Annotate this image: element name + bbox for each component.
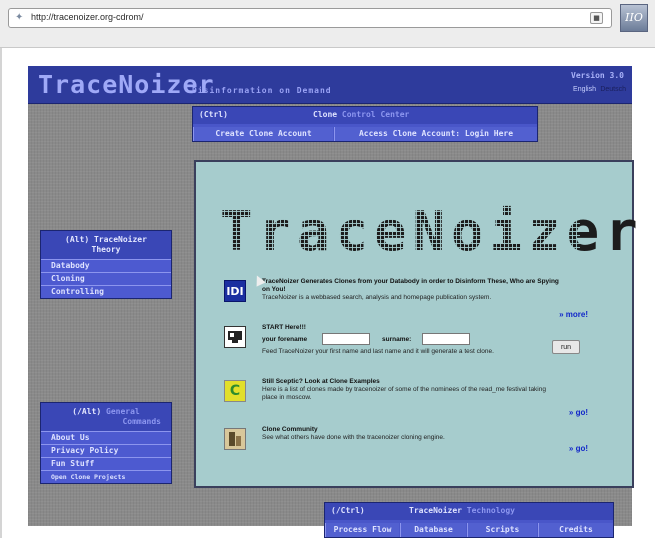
technology-title: TraceNoizer Technology [409, 506, 515, 515]
database-link[interactable]: Database [400, 523, 466, 537]
feature-start-title: START Here!!! [262, 324, 306, 331]
menu-item-fun-stuff[interactable]: Fun Stuff [41, 457, 171, 470]
menu-item-open-clone-projects[interactable]: Open Clone Projects [41, 470, 171, 483]
forename-input[interactable] [322, 333, 370, 345]
theory-menu-header: (Alt) TraceNoizer Theory [41, 231, 171, 259]
site-container: TraceNoizer Disinformation on Demand Ver… [28, 66, 644, 538]
credits-link[interactable]: Credits [538, 523, 613, 537]
technology-title-b: Technology [466, 506, 515, 515]
theory-menu-subtitle: Theory [91, 245, 121, 254]
site-header: TraceNoizer Disinformation on Demand Ver… [28, 66, 632, 104]
more-link[interactable]: » more! [559, 310, 588, 319]
start-figure-icon [228, 331, 242, 343]
address-text[interactable]: http://tracenoizer.org-cdrom/ [31, 12, 144, 22]
language-deutsch-link[interactable]: Deutsch [600, 86, 626, 93]
theory-menu: (Alt) TraceNoizer Theory Databody Clonin… [40, 230, 172, 299]
scripts-link[interactable]: Scripts [467, 523, 537, 537]
examples-go-link[interactable]: » go! [569, 408, 588, 417]
feature-community-desc: See what others have done with the trace… [262, 434, 445, 441]
surname-input[interactable] [422, 333, 470, 345]
create-clone-account-link[interactable]: Create Clone Account [193, 127, 333, 141]
bookmark-icon[interactable]: ■ [590, 12, 603, 24]
page-viewport: TraceNoizer Disinformation on Demand Ver… [0, 48, 655, 538]
page-favicon-icon: ✦ [15, 12, 24, 23]
general-menu-header: (/Alt) General Commands [41, 403, 171, 431]
menu-item-about-us[interactable]: About Us [41, 431, 171, 444]
language-english-link[interactable]: English [573, 86, 596, 93]
technology-header: (/Ctrl) TraceNoizer Technology [325, 503, 613, 520]
version-label: Version 3.0 [571, 71, 624, 80]
general-menu-title: (/Alt) General [45, 407, 167, 417]
feature-intro-title: TraceNoizer Generates Clones from your D… [262, 278, 559, 293]
close-ctrl-key-label: (/Ctrl) [331, 506, 365, 515]
community-go-link[interactable]: » go! [569, 444, 588, 453]
technology-nav: (/Ctrl) TraceNoizer Technology Process F… [324, 502, 614, 538]
menu-item-cloning[interactable]: Cloning [41, 272, 171, 285]
menu-item-controlling[interactable]: Controlling [41, 285, 171, 298]
clone-control-center-nav: (Ctrl) Clone Control Center Create Clone… [192, 106, 538, 142]
clone-control-title: Clone Control Center [313, 110, 409, 119]
technology-title-a: TraceNoizer [409, 506, 467, 515]
clone-examples-icon: C [224, 380, 246, 402]
community-icon [224, 428, 246, 450]
tagline: Disinformation on Demand [192, 86, 332, 95]
feature-intro-desc: TraceNoizer is a webbased search, analys… [262, 294, 492, 301]
start-icon [224, 326, 246, 348]
general-menu-title-b: General [106, 407, 140, 416]
feature-community-title: Clone Community [262, 426, 318, 433]
idi-icon: IDI [224, 280, 246, 302]
browser-logo-icon[interactable]: IIO [620, 4, 648, 32]
feature-examples-desc: Here is a list of clones made by traceno… [262, 386, 546, 401]
general-menu-subtitle: Commands [122, 417, 161, 426]
tracenoizer-big-logo: TraceNoizer [220, 200, 644, 263]
menu-item-databody[interactable]: Databody [41, 259, 171, 272]
general-menu-title-a: (/Alt) [72, 407, 106, 416]
forename-label: your forename [262, 336, 308, 343]
clone-control-title-b: Control Center [341, 110, 410, 119]
menu-item-privacy-policy[interactable]: Privacy Policy [41, 444, 171, 457]
community-figure-icon [229, 432, 241, 446]
site-logo[interactable]: TraceNoizer [38, 70, 215, 99]
clone-control-header: (Ctrl) Clone Control Center [193, 107, 537, 124]
address-bar[interactable]: ✦ http://tracenoizer.org-cdrom/ ■ [8, 8, 612, 28]
browser-toolbar: ✦ http://tracenoizer.org-cdrom/ ■ IIO [0, 0, 655, 48]
general-commands-menu: (/Alt) General Commands About Us Privacy… [40, 402, 172, 484]
access-clone-account-link[interactable]: Access Clone Account: Login Here [334, 127, 537, 141]
surname-label: surname: [382, 336, 412, 343]
clone-control-title-a: Clone [313, 110, 342, 119]
process-flow-link[interactable]: Process Flow [325, 523, 399, 537]
feature-start-desc: Feed TraceNoizer your first name and las… [262, 348, 494, 355]
main-content-panel: TraceNoizer IDI TraceNoizer Generates Cl… [194, 160, 644, 488]
theory-menu-title: (Alt) TraceNoizer [65, 235, 147, 244]
feature-examples-title: Still Sceptic? Look at Clone Examples [262, 378, 380, 385]
ctrl-key-label: (Ctrl) [199, 110, 228, 119]
